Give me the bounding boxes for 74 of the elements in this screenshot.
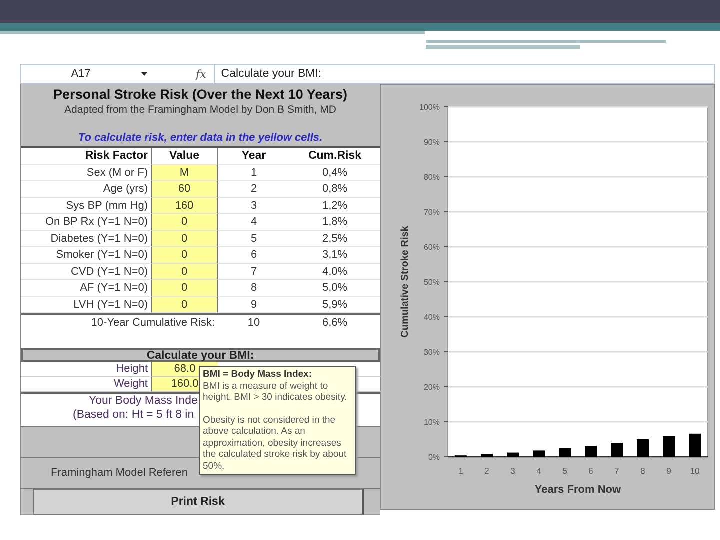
dropdown-icon[interactable] [141,72,148,76]
x-tick-label: 1 [458,466,464,476]
bar [585,446,597,457]
bar [611,443,623,457]
y-tick-label: 0% [428,453,440,462]
year-cell: 6 [218,247,290,264]
x-axis-title: Years From Now [534,484,622,496]
x-tick-label: 5 [562,466,568,476]
y-tick-label: 30% [424,348,440,357]
year-cell: 1 [218,164,290,181]
x-tick-label: 7 [614,466,620,476]
y-tick-label: 90% [424,138,440,147]
name-box[interactable]: A17 [21,68,141,80]
year-cell: 2 [218,181,290,198]
bar [637,440,649,457]
x-tick-label: 9 [666,466,672,476]
y-tick-label: 70% [424,208,440,217]
y-axis-title: Cumulative Stroke Risk [400,226,411,338]
risk-factor-label: CVD (Y=1 N=0) [21,264,152,280]
bmi-result-text: (Based on: Ht = 5 ft 8 in [73,408,194,422]
cum-risk-cell-text: 6,6% [321,316,349,331]
bmi-label: Weight [21,377,152,392]
x-tick-label: 2 [484,466,490,476]
year-cell: 5 [218,230,290,247]
tooltip-text: Obesity is not considered in the above calculation. As an approximation, obesity increases the calculated stroke risk by about 50%. [203,414,348,472]
x-tick-label: 8 [640,466,646,476]
print-risk-button[interactable]: Print Risk [33,489,364,515]
bmi-label: Height [21,362,152,377]
risk-factor-label: Sys BP (mm Hg) [21,198,152,214]
total-label: 10-Year Cumulative Risk: [90,316,216,331]
value-input-cell[interactable]: 0 [152,247,218,264]
year-cell-text: 10 [246,316,262,331]
x-tick-label: 4 [536,466,542,476]
y-tick-label: 50% [424,278,440,287]
y-tick-label: 10% [424,418,440,427]
value-input-cell[interactable]: 0 [152,230,218,247]
year-cell: 9 [218,296,290,313]
y-tick-label: 20% [424,383,440,392]
bmi-header: Calculate your BMI: [21,348,380,362]
year-cell: 4 [218,214,290,230]
reference-text: Framingham Model Referen [51,467,188,479]
column-header: Risk Factor [21,148,152,164]
value-input-cell[interactable]: 0 [152,264,218,280]
y-tick-label: 60% [424,243,440,252]
value-input-cell[interactable]: 0 [152,214,218,230]
bar [481,454,493,457]
x-tick-label: 6 [588,466,594,476]
column-header: Year [218,148,290,164]
value-input-cell[interactable]: 0 [152,296,218,313]
bar [533,450,545,457]
y-tick-label: 100% [420,103,440,112]
y-tick-label: 40% [424,313,440,322]
risk-factor-label: Sex (M or F) [21,164,152,181]
value-input-cell[interactable]: 160 [152,198,218,214]
instruction-text: To calculate risk, enter data in the yellow cells. [78,132,323,144]
bar [507,452,519,457]
sheet-subtitle: Adapted from the Framingham Model by Don B Smith, MD [64,104,336,116]
risk-factor-label: Diabetes (Y=1 N=0) [21,230,152,247]
bar [663,436,675,457]
x-tick-label: 3 [510,466,516,476]
year-cell: 3 [218,198,290,214]
y-tick-label: 80% [424,173,440,182]
x-tick-label: 10 [690,466,700,476]
function-label[interactable]: fx [196,68,206,80]
bar [689,434,701,457]
sheet-title: Personal Stroke Risk (Over the Next 10 Years) [54,87,348,102]
value-input-cell[interactable]: M [152,164,218,181]
bmi-result-text: Your Body Mass Inde [89,394,198,408]
risk-factor-label: LVH (Y=1 N=0) [21,296,152,313]
year-cell: 8 [218,280,290,296]
year-cell: 7 [218,264,290,280]
value-input-cell[interactable]: 0 [152,280,218,296]
value-input-cell[interactable]: 60 [152,181,218,198]
formula-content[interactable]: Calculate your BMI: [214,65,322,83]
